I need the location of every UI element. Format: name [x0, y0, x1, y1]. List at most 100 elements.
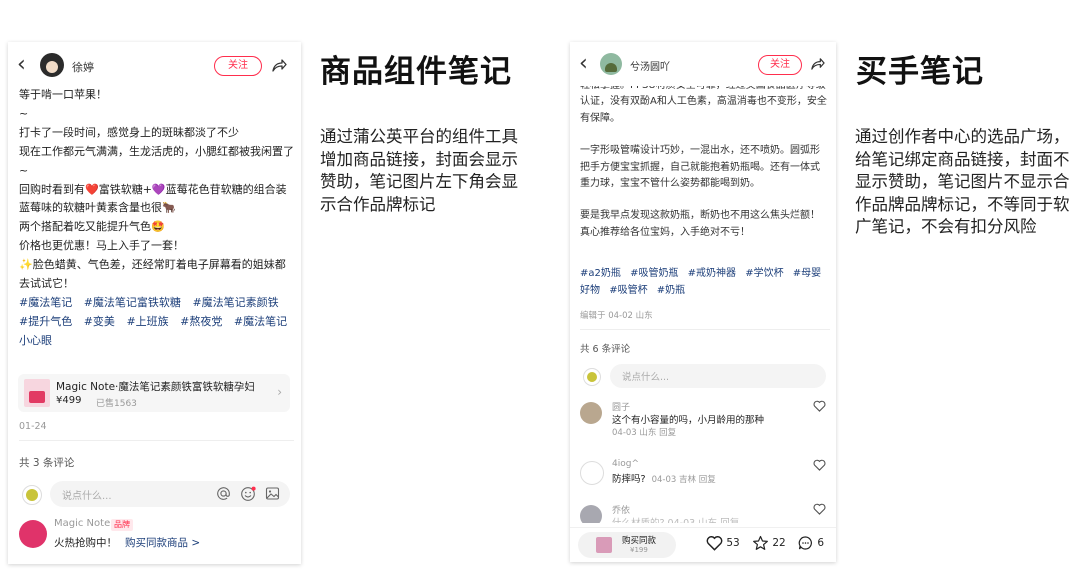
share-icon[interactable]	[810, 56, 825, 71]
commenter-avatar[interactable]	[580, 505, 602, 523]
tag-list: #魔法笔记 #魔法笔记富铁软糖 #魔法笔记素颜铁 #提升气色 #变美 #上班族 …	[19, 294, 294, 351]
post-date: 01-24	[19, 421, 47, 432]
edit-info: 编辑于 04-02 山东	[580, 311, 653, 321]
comment-text: 防摔吗? 04-03 吉林 回复	[612, 471, 716, 485]
note-header: ‹ 徐婷 关注	[8, 42, 301, 86]
product-card[interactable]: Magic Note·魔法笔记素颜铁富铁软糖孕妇 ¥499 已售1563 ›	[18, 374, 290, 412]
chevron-right-icon: ›	[277, 385, 282, 399]
buy-same-button[interactable]: 购买同款 ¥199	[578, 532, 676, 558]
product-component-note-screen: ‹ 徐婷 关注 等于啃一口苹果！ ~ 打卡了一段时间，感觉身上的斑昧都淡了不少 …	[8, 42, 301, 564]
buy-same-price: ¥199	[630, 546, 648, 554]
body-line: 回购时看到有❤️富铁软糖+💜蓝莓花色苷软糖的组合装	[19, 182, 287, 196]
body-paragraph: 一字形吸管嘴设计巧妙，一混出水，还不喷奶。圆弧形把手方便宝宝抓握，自己就能抱着奶…	[580, 145, 820, 190]
hashtag-link[interactable]: #戒奶神器	[688, 268, 736, 279]
follow-button[interactable]: 关注	[758, 55, 802, 75]
section-description-product-component: 通过蒲公英平台的组件工具增加商品链接，封面会显示赞助，笔记图片左下角会显示合作品…	[320, 127, 518, 214]
commenter-avatar[interactable]	[580, 461, 604, 485]
body-line: 现在工作都元气满满，生龙活虎的，小腮红都被我闲置了~	[19, 144, 294, 177]
collect-count: 22	[772, 537, 786, 549]
hashtag-link[interactable]: #吸管杯	[609, 285, 647, 296]
image-icon[interactable]	[265, 486, 280, 501]
comment-bubble-icon[interactable]	[797, 535, 814, 551]
seller-name[interactable]: Magic Note	[54, 518, 110, 529]
at-mention-icon[interactable]	[216, 486, 231, 501]
comment-text: 这个有小容量的吗，小月龄用的那种	[612, 415, 765, 426]
hashtag-link[interactable]: #魔法笔记素颜铁	[192, 296, 278, 309]
my-avatar	[22, 485, 42, 505]
note-body: 等于啃一口苹果！ ~ 打卡了一段时间，感觉身上的斑昧都淡了不少 现在工作都元气满…	[19, 86, 294, 351]
heart-icon[interactable]	[813, 400, 826, 412]
hashtag-link[interactable]: #提升气色	[19, 315, 72, 328]
hashtag-link[interactable]: #魔法笔记	[19, 296, 72, 309]
hashtag-link[interactable]: #上班族	[126, 315, 168, 328]
comment-placeholder: 说点什么...	[622, 372, 670, 383]
product-thumbnail	[596, 537, 612, 553]
divider	[580, 329, 830, 330]
avatar[interactable]	[600, 53, 622, 75]
body-line: 两个搭配着吃又能提升气色🤩	[19, 220, 165, 234]
note-body: 轻松掌握。PPSU材质安全可靠，经过美国食品医疗等级认证，没有双酚A和人工色素，…	[580, 78, 828, 241]
seller-bar: Magic Note 品牌 火热抢购中！ 购买同款商品 >	[19, 517, 294, 557]
buy-same-label: 购买同款	[622, 536, 657, 546]
hashtag-link[interactable]: #熬夜党	[180, 315, 222, 328]
my-avatar	[583, 368, 601, 386]
hashtag-link[interactable]: #a2奶瓶	[580, 268, 621, 279]
section-heading-product-component: 商品组件笔记	[320, 54, 512, 90]
comment-text: 什么材质的? 04-03 山东 回复	[612, 515, 739, 523]
star-icon[interactable]	[752, 535, 769, 551]
comment-input[interactable]: 说点什么...	[610, 364, 826, 388]
comment-meta: 04-03 吉林 回复	[651, 475, 716, 485]
body-line: 打卡了一段时间，感觉身上的斑昧都淡了不少	[19, 125, 239, 139]
buyer-note-screen: 轻松掌握。PPSU材质安全可靠，经过美国食品医疗等级认证，没有双酚A和人工色素，…	[570, 42, 836, 562]
share-icon[interactable]	[271, 57, 287, 73]
body-line: 等于啃一口苹果！	[19, 88, 107, 101]
commenter-avatar[interactable]	[580, 402, 602, 424]
product-name: Magic Note·魔法笔记素颜铁富铁软糖孕妇	[56, 381, 255, 393]
comment-item: 圆子 这个有小容量的吗，小月龄用的那种 04-03 山东 回复	[580, 400, 830, 440]
comment-item: 4iog^ 防摔吗? 04-03 吉林 回复	[580, 459, 830, 499]
comment-meta: 04-03 山东 回复	[612, 428, 677, 438]
section-description-buyer-note: 通过创作者中心的选品广场，给笔记绑定商品链接，封面不显示赞助，笔记图片不显示合作…	[855, 127, 1070, 236]
comment-text-body: 防摔吗?	[612, 474, 646, 485]
bottom-action-bar: 购买同款 ¥199 53 22 6	[570, 527, 836, 562]
body-line: 蓝莓味的软糖叶黄素含量也很🐂	[19, 201, 176, 215]
back-arrow-icon[interactable]: ‹	[17, 54, 26, 76]
commenter-name[interactable]: 4iog^	[612, 459, 639, 469]
like-stat[interactable]: 53	[706, 535, 740, 551]
brand-logo	[19, 520, 47, 548]
heart-icon[interactable]	[813, 459, 826, 471]
avatar[interactable]	[40, 53, 64, 77]
like-count: 53	[726, 537, 740, 549]
divider	[19, 440, 294, 441]
hashtag-link[interactable]: #奶瓶	[657, 285, 685, 296]
comment-count: 共 3 条评论	[19, 457, 75, 469]
product-price: ¥499	[56, 395, 82, 406]
product-thumbnail	[24, 379, 50, 407]
heart-icon[interactable]	[813, 503, 826, 515]
user-name[interactable]: 徐婷	[72, 59, 94, 75]
hashtag-link[interactable]: #魔法笔记富铁软糖	[84, 296, 181, 309]
product-sold-count: 已售1563	[96, 399, 137, 409]
body-line: ✨脸色蜡黄、气色差，还经常盯着电子屏幕看的姐妹都去试试它！	[19, 258, 286, 291]
tag-list: #a2奶瓶 #吸管奶瓶 #戒奶神器 #学饮杯 #母婴好物 #吸管杯 #奶瓶	[580, 265, 830, 299]
hashtag-link[interactable]: #学饮杯	[745, 268, 783, 279]
back-arrow-icon[interactable]: ‹	[579, 53, 588, 75]
collect-stat[interactable]: 22	[752, 535, 786, 551]
hashtag-link[interactable]: #变美	[84, 315, 115, 328]
brand-badge: 品牌	[111, 519, 133, 531]
comment-input[interactable]: 说点什么...	[50, 481, 290, 507]
buy-same-product-link[interactable]: 购买同款商品 >	[125, 537, 200, 549]
body-line: ~	[19, 106, 29, 120]
hashtag-link[interactable]: #吸管奶瓶	[630, 268, 678, 279]
note-header: ‹ 兮汤圆吖 关注	[570, 42, 836, 86]
user-name[interactable]: 兮汤圆吖	[630, 58, 670, 73]
seller-message-text: 火热抢购中！	[54, 537, 117, 549]
follow-button[interactable]: 关注	[214, 56, 262, 76]
comment-stat[interactable]: 6	[797, 535, 824, 551]
emoji-icon[interactable]	[240, 486, 256, 502]
heart-icon[interactable]	[706, 535, 723, 551]
seller-message: 火热抢购中！ 购买同款商品 >	[54, 535, 200, 550]
comment-item: 乔依 什么材质的? 04-03 山东 回复	[580, 503, 830, 523]
comments-number: 6	[817, 537, 825, 549]
comment-placeholder: 说点什么...	[62, 491, 112, 502]
